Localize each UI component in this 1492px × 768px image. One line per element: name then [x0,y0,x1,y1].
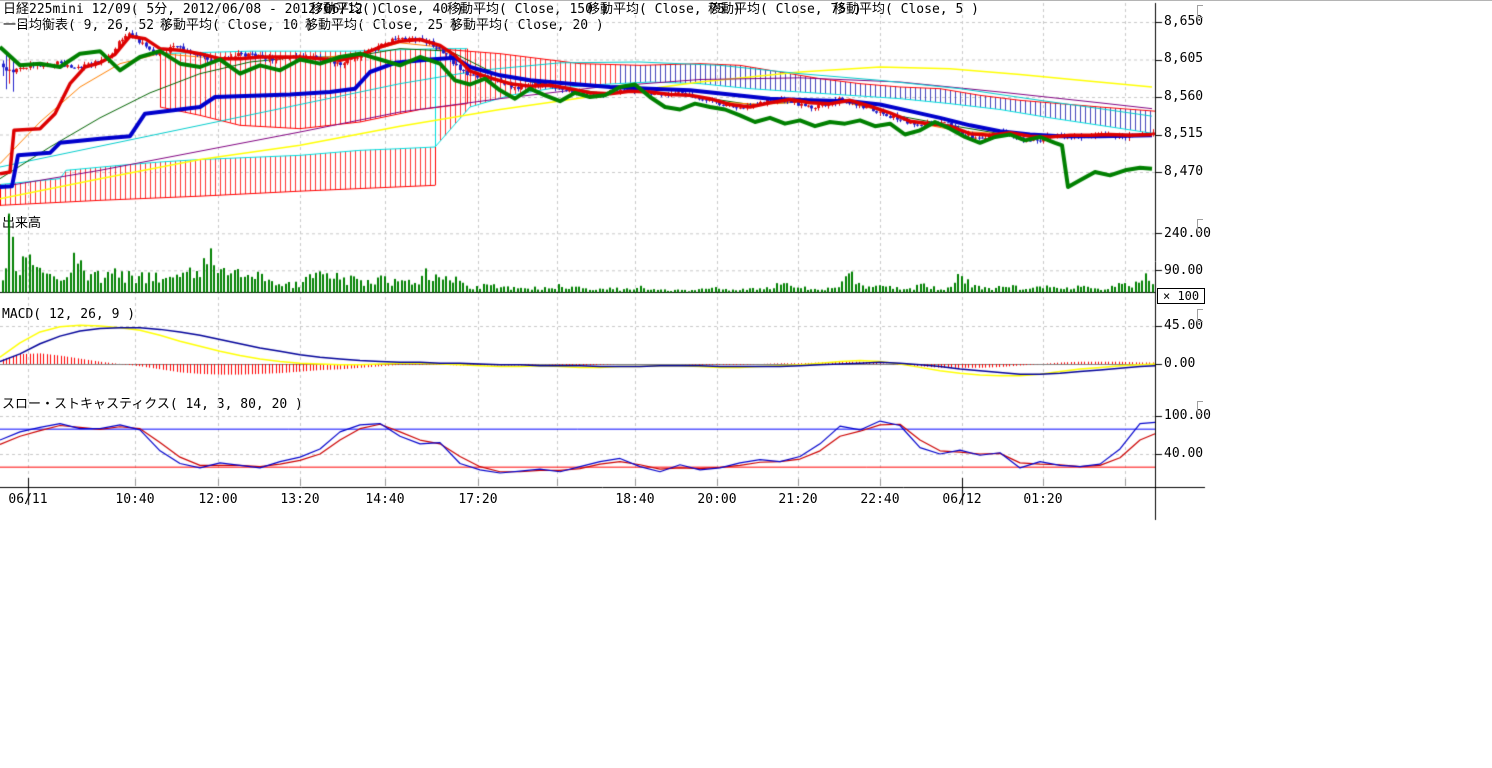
chart-canvas[interactable] [0,0,1210,525]
price-axis-label: 8,560 [1164,90,1203,104]
stoch-axis-label: 40.00 [1164,447,1203,461]
price-axis-label: 8,470 [1164,165,1203,179]
x-axis-label: 01:20 [1021,493,1065,507]
volume-multiplier-badge: × 100 [1157,288,1205,304]
x-axis-label: 13:20 [278,493,322,507]
x-axis-label: 22:40 [858,493,902,507]
x-axis-label: 10:40 [113,493,157,507]
x-axis-label: 06/11 [6,493,50,507]
volume-panel-handle-icon[interactable] [1197,219,1203,232]
x-axis-label: 18:40 [613,493,657,507]
chart-application-window: 日経225mini 12/09( 5分, 2012/06/08 - 2012/0… [0,0,1492,768]
price-axis-label: 8,515 [1164,127,1203,141]
x-axis-label: 17:20 [456,493,500,507]
stoch-axis-label: 100.00 [1164,409,1211,423]
x-axis-label: 20:00 [695,493,739,507]
x-axis-label: 21:20 [776,493,820,507]
price-panel-handle-icon[interactable] [1197,5,1203,18]
x-axis-label: 06/12 [940,493,984,507]
stoch-panel-handle-icon[interactable] [1197,401,1203,414]
macd-panel-handle-icon[interactable] [1197,309,1203,322]
volume-axis-label: 90.00 [1164,264,1203,278]
x-axis-label: 14:40 [363,493,407,507]
volume-axis-label: 240.00 [1164,227,1211,241]
macd-axis-label: 0.00 [1164,357,1195,371]
x-axis-label: 12:00 [196,493,240,507]
price-axis-label: 8,605 [1164,52,1203,66]
